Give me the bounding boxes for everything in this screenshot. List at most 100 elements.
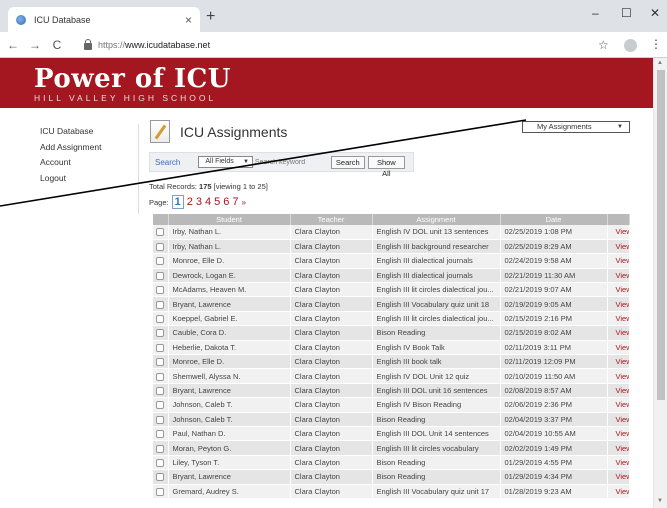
search-field-select[interactable]: All Fields ▼ <box>198 156 253 168</box>
row-select-cell <box>153 397 169 413</box>
view-link[interactable]: View <box>607 225 630 240</box>
table-row: Irby, Nathan L. Clara Clayton English IV D… <box>153 225 630 240</box>
teacher-cell: Clara Clayton <box>290 426 373 442</box>
next-page-link[interactable]: » <box>241 198 245 207</box>
browser-tab[interactable]: ICU Database × <box>8 7 200 32</box>
show-all-button[interactable]: Show All <box>367 155 405 178</box>
view-link[interactable]: View <box>607 455 630 471</box>
records-count: 175 <box>199 182 212 191</box>
page-link[interactable]: 5 <box>214 196 220 208</box>
student-cell: Bryant, Lawrence <box>168 296 291 312</box>
browser-menu-icon[interactable]: ⋮ <box>650 37 662 51</box>
tab-strip: ICU Database × + – ☐ ✕ <box>0 0 667 32</box>
assignment-cell: English III Vocabulary quiz unit 18 <box>372 296 501 312</box>
page-link[interactable]: 4 <box>205 196 211 208</box>
nav-link-add-assignment[interactable]: Add Assignment <box>40 140 140 156</box>
page-link[interactable]: 3 <box>196 196 202 208</box>
date-cell: 02/11/2019 3:11 PM <box>500 340 608 356</box>
scroll-down-icon[interactable]: ▼ <box>657 498 663 504</box>
search-input[interactable] <box>254 156 328 168</box>
view-link[interactable]: View <box>607 282 630 298</box>
date-cell: 01/29/2019 4:34 PM <box>500 469 608 485</box>
date-cell: 02/25/2019 1:08 PM <box>500 225 608 240</box>
view-link[interactable]: View <box>607 268 630 284</box>
row-checkbox[interactable] <box>156 300 164 309</box>
reload-button[interactable]: C <box>48 38 66 52</box>
column-header-student[interactable]: Student <box>168 214 291 225</box>
site-logo-title[interactable]: Power of ICU <box>34 65 231 93</box>
site-favicon-icon <box>16 14 26 25</box>
address-bar[interactable]: https://www.icudatabase.net <box>84 35 604 55</box>
records-range: [viewing 1 to 25] <box>213 182 268 191</box>
row-checkbox[interactable] <box>156 243 164 252</box>
window-close-button[interactable]: ✕ <box>650 6 660 20</box>
row-checkbox[interactable] <box>156 271 164 280</box>
row-checkbox[interactable] <box>156 358 164 367</box>
page-link[interactable]: 2 <box>187 196 193 208</box>
row-checkbox[interactable] <box>156 387 164 395</box>
view-link[interactable]: View <box>607 383 630 399</box>
view-link[interactable]: View <box>607 412 630 427</box>
column-header-date[interactable]: Date <box>500 214 608 225</box>
view-link[interactable]: View <box>607 340 630 356</box>
view-link[interactable]: View <box>607 440 630 456</box>
view-link[interactable]: View <box>607 354 630 370</box>
table-row: Dewrock, Logan E. Clara Clayton English II… <box>153 268 630 284</box>
view-link[interactable]: View <box>607 296 630 312</box>
view-link[interactable]: View <box>607 311 630 327</box>
profile-avatar[interactable] <box>624 39 637 52</box>
row-checkbox[interactable] <box>156 401 164 410</box>
search-button[interactable]: Search <box>330 155 365 169</box>
teacher-cell: Clara Clayton <box>290 239 373 255</box>
view-link[interactable]: View <box>607 239 630 255</box>
view-link[interactable]: View <box>607 368 630 384</box>
assignment-cell: English IV Book Talk <box>372 340 501 356</box>
view-link[interactable]: View <box>607 484 630 499</box>
view-link[interactable]: View <box>607 469 630 485</box>
row-checkbox[interactable] <box>156 228 164 237</box>
view-link[interactable]: View <box>607 397 630 413</box>
forward-button[interactable]: → <box>26 38 44 52</box>
row-checkbox[interactable] <box>156 430 164 439</box>
page-link[interactable]: 7 <box>232 196 238 208</box>
row-checkbox[interactable] <box>156 415 164 424</box>
view-link[interactable]: View <box>607 426 630 442</box>
row-checkbox[interactable] <box>156 458 164 467</box>
table-row: McAdams, Heaven M. Clara Clayton English I… <box>153 282 630 298</box>
row-select-cell <box>153 440 169 456</box>
row-checkbox[interactable] <box>156 329 164 338</box>
scroll-up-icon[interactable]: ▲ <box>657 60 663 66</box>
view-link[interactable]: View <box>607 325 630 341</box>
bookmark-star-icon[interactable]: ☆ <box>598 38 609 52</box>
row-checkbox[interactable] <box>156 257 164 266</box>
page-scrollbar[interactable]: ▲ ▼ <box>653 58 667 508</box>
row-checkbox[interactable] <box>156 372 164 381</box>
minimize-button[interactable]: – <box>592 6 599 20</box>
assignment-cell: English III Vocabulary quiz unit 17 <box>372 484 501 499</box>
student-cell: Paul, Nathan D. <box>168 426 291 442</box>
nav-link-logout[interactable]: Logout <box>40 171 140 187</box>
table-header-row: Student Teacher Assignment Date <box>153 214 630 225</box>
row-checkbox[interactable] <box>156 444 164 453</box>
row-checkbox[interactable] <box>156 487 164 496</box>
scrollbar-thumb[interactable] <box>657 70 665 400</box>
teacher-cell: Clara Clayton <box>290 325 373 341</box>
tab-close-icon[interactable]: × <box>185 13 192 27</box>
row-checkbox[interactable] <box>156 343 164 352</box>
column-header-assignment[interactable]: Assignment <box>372 214 501 225</box>
row-select-cell <box>153 340 169 356</box>
teacher-cell: Clara Clayton <box>290 268 373 284</box>
view-link[interactable]: View <box>607 253 630 269</box>
row-checkbox[interactable] <box>156 473 164 482</box>
table-row: Monroe, Elle D. Clara Clayton English III … <box>153 354 630 370</box>
new-tab-button[interactable]: + <box>206 9 215 25</box>
back-button[interactable]: ← <box>4 38 22 52</box>
row-checkbox[interactable] <box>156 286 164 295</box>
nav-link-account[interactable]: Account <box>40 155 140 171</box>
assignment-filter-select[interactable]: My Assignments ▼ <box>522 121 630 133</box>
nav-link-icu-database[interactable]: ICU Database <box>40 124 140 140</box>
column-header-teacher[interactable]: Teacher <box>290 214 373 225</box>
maximize-button[interactable]: ☐ <box>621 6 632 20</box>
page-link[interactable]: 6 <box>223 196 229 208</box>
row-checkbox[interactable] <box>156 315 164 324</box>
